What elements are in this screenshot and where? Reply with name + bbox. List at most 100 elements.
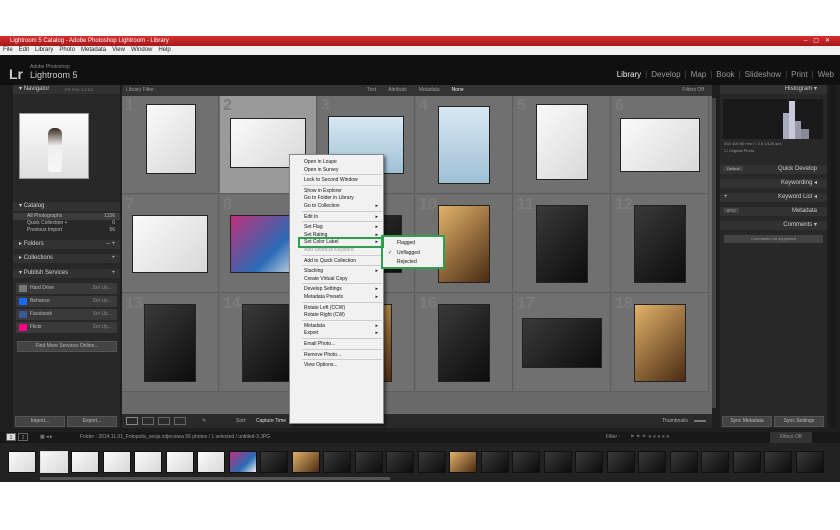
thumbnail-size-slider[interactable] (694, 420, 706, 422)
filmstrip-thumbnail[interactable] (197, 451, 225, 473)
grid-cell[interactable]: 12 (612, 195, 709, 293)
context-menu-rotate-right-cw[interactable]: Rotate Right (CW) (304, 311, 382, 319)
photo-thumbnail[interactable] (634, 205, 686, 283)
menu-file[interactable]: File (3, 47, 13, 53)
context-menu-metadata-presets[interactable]: Metadata Presets ▸ (304, 293, 382, 301)
filmstrip-thumbnail[interactable] (606, 451, 635, 473)
filmstrip-thumbnail[interactable] (228, 451, 257, 473)
filmstrip-thumbnail[interactable] (386, 451, 414, 473)
module-print[interactable]: Print (791, 70, 807, 79)
service-setup[interactable]: Set Up... (93, 322, 112, 333)
filmstrip-thumbnail[interactable] (417, 451, 446, 473)
grid-cell[interactable]: 4 (416, 96, 513, 194)
service-setup[interactable]: Set Up... (93, 283, 112, 294)
filmstrip-thumbnail[interactable] (701, 451, 729, 473)
grid-cell[interactable]: 17 (514, 294, 611, 392)
grid-cell[interactable]: 16 (416, 294, 513, 392)
context-menu-edit-in[interactable]: Edit In ▸ (304, 213, 382, 221)
filmstrip-thumbnail[interactable] (165, 451, 194, 473)
painter-icon[interactable]: ✎ (202, 414, 206, 428)
filmstrip-thumbnail[interactable] (102, 451, 131, 473)
compare-view-icon[interactable] (158, 417, 170, 425)
context-menu-remove-photo[interactable]: Remove Photo... (304, 351, 382, 359)
photo-thumbnail[interactable] (522, 318, 602, 368)
menu-view[interactable]: View (112, 47, 125, 53)
menu-help[interactable]: Help (158, 47, 170, 53)
filter-text[interactable]: Text (367, 87, 376, 93)
menu-library[interactable]: Library (35, 47, 53, 53)
photo-thumbnail[interactable] (634, 304, 686, 382)
window-2-button[interactable]: 2 (18, 433, 28, 441)
import-button[interactable]: Import... (15, 416, 65, 427)
module-develop[interactable]: Develop (651, 70, 680, 79)
filmstrip-thumbnail[interactable] (260, 451, 288, 473)
navigator-header[interactable]: ▾ Navigator FIT FILL 1:1 3:1 (13, 85, 120, 94)
menu-edit[interactable]: Edit (19, 47, 29, 53)
context-menu-open-in-survey[interactable]: Open in Survey (304, 166, 382, 174)
filter-attribute[interactable]: Attribute (388, 87, 407, 93)
photo-thumbnail[interactable] (620, 118, 700, 172)
loupe-view-icon[interactable] (142, 417, 154, 425)
window-1-button[interactable]: 1 (6, 433, 16, 441)
filmstrip-thumbnail[interactable] (449, 451, 477, 473)
publish-service-hard-drive[interactable]: Hard Drive Set Up... (16, 283, 117, 294)
grid-nav-icons[interactable]: ▦ ◂ ▸ (40, 432, 53, 443)
grid-scrollbar[interactable] (712, 98, 716, 408)
filmstrip-thumbnail[interactable] (764, 451, 792, 473)
service-setup[interactable]: Set Up... (93, 309, 112, 320)
survey-view-icon[interactable] (174, 417, 186, 425)
flag-filter-icons[interactable]: ⚑ ⚑ ⚑ ★★★★★ (630, 432, 670, 443)
grid-cell[interactable]: 6 (612, 96, 709, 194)
grid-cell[interactable]: 5 (514, 96, 611, 194)
filmstrip-scrollbar[interactable] (40, 477, 390, 480)
filmstrip-thumbnail[interactable] (323, 451, 351, 473)
find-more-services-button[interactable]: Find More Services Online... (17, 341, 117, 352)
publish-service-facebook[interactable]: Facebook Set Up... (16, 309, 117, 320)
folders-header[interactable]: ▸ Folders – + (13, 240, 120, 249)
grid-view-icon[interactable] (126, 417, 138, 425)
saved-preset-select[interactable]: Default (724, 166, 743, 171)
publish-services-header[interactable]: ▾ Publish Services + (13, 269, 120, 278)
module-map[interactable]: Map (691, 70, 707, 79)
sort-dropdown[interactable]: Capture Time (256, 414, 286, 428)
filter-metadata[interactable]: Metadata (419, 87, 440, 93)
metadata-preset-select[interactable]: IPTC (724, 208, 740, 213)
grid-cell[interactable]: 7 (122, 195, 219, 293)
grid-cell[interactable]: 1 (122, 96, 219, 194)
filmstrip-thumbnail[interactable] (291, 451, 320, 473)
context-menu-email-photo[interactable]: Email Photo... (304, 340, 382, 348)
grid-cell[interactable]: 11 (514, 195, 611, 293)
catalog-item[interactable]: All Photographs 1156 (13, 213, 120, 220)
nav-zoom-options[interactable]: FIT FILL 1:1 3:1 (65, 85, 93, 94)
photo-thumbnail[interactable] (438, 106, 490, 184)
module-library[interactable]: Library (617, 70, 641, 79)
photo-thumbnail[interactable] (438, 304, 490, 382)
filmstrip-thumbnail[interactable] (669, 451, 698, 473)
window-controls[interactable]: –▢✕ (804, 36, 836, 46)
collections-header[interactable]: ▸ Collections + (13, 254, 120, 263)
filmstrip-thumbnail[interactable] (795, 451, 824, 473)
photo-thumbnail[interactable] (242, 304, 294, 382)
filmstrip-thumbnail[interactable] (638, 451, 666, 473)
filmstrip-thumbnail[interactable] (543, 451, 572, 473)
right-panel-scrollbar[interactable] (830, 85, 836, 428)
photo-thumbnail[interactable] (146, 104, 196, 174)
grid-cell[interactable]: 13 (122, 294, 219, 392)
quick-develop-header[interactable]: Default Quick Develop (720, 165, 827, 174)
filters-off[interactable]: Filters Off (682, 85, 704, 96)
context-menu-lock-to-second-window[interactable]: Lock to Second Window (304, 176, 382, 184)
filmstrip-thumbnail[interactable] (575, 451, 603, 473)
photo-thumbnail[interactable] (144, 304, 196, 382)
publish-service-behance[interactable]: Behance Set Up... (16, 296, 117, 307)
grid-cell[interactable]: 18 (612, 294, 709, 392)
metadata-header[interactable]: IPTC Metadata (720, 207, 827, 216)
filmstrip-thumbnail[interactable] (8, 451, 36, 473)
photo-thumbnail[interactable] (536, 104, 588, 180)
filmstrip-thumbnail[interactable] (39, 451, 68, 473)
filmstrip-filter-select[interactable]: Filters Off (770, 432, 812, 443)
filmstrip-thumbnail[interactable] (732, 451, 761, 473)
service-setup[interactable]: Set Up... (93, 296, 112, 307)
catalog-item[interactable]: Previous Import 56 (13, 227, 120, 234)
export-button[interactable]: Export... (67, 416, 117, 427)
menu-window[interactable]: Window (131, 47, 152, 53)
